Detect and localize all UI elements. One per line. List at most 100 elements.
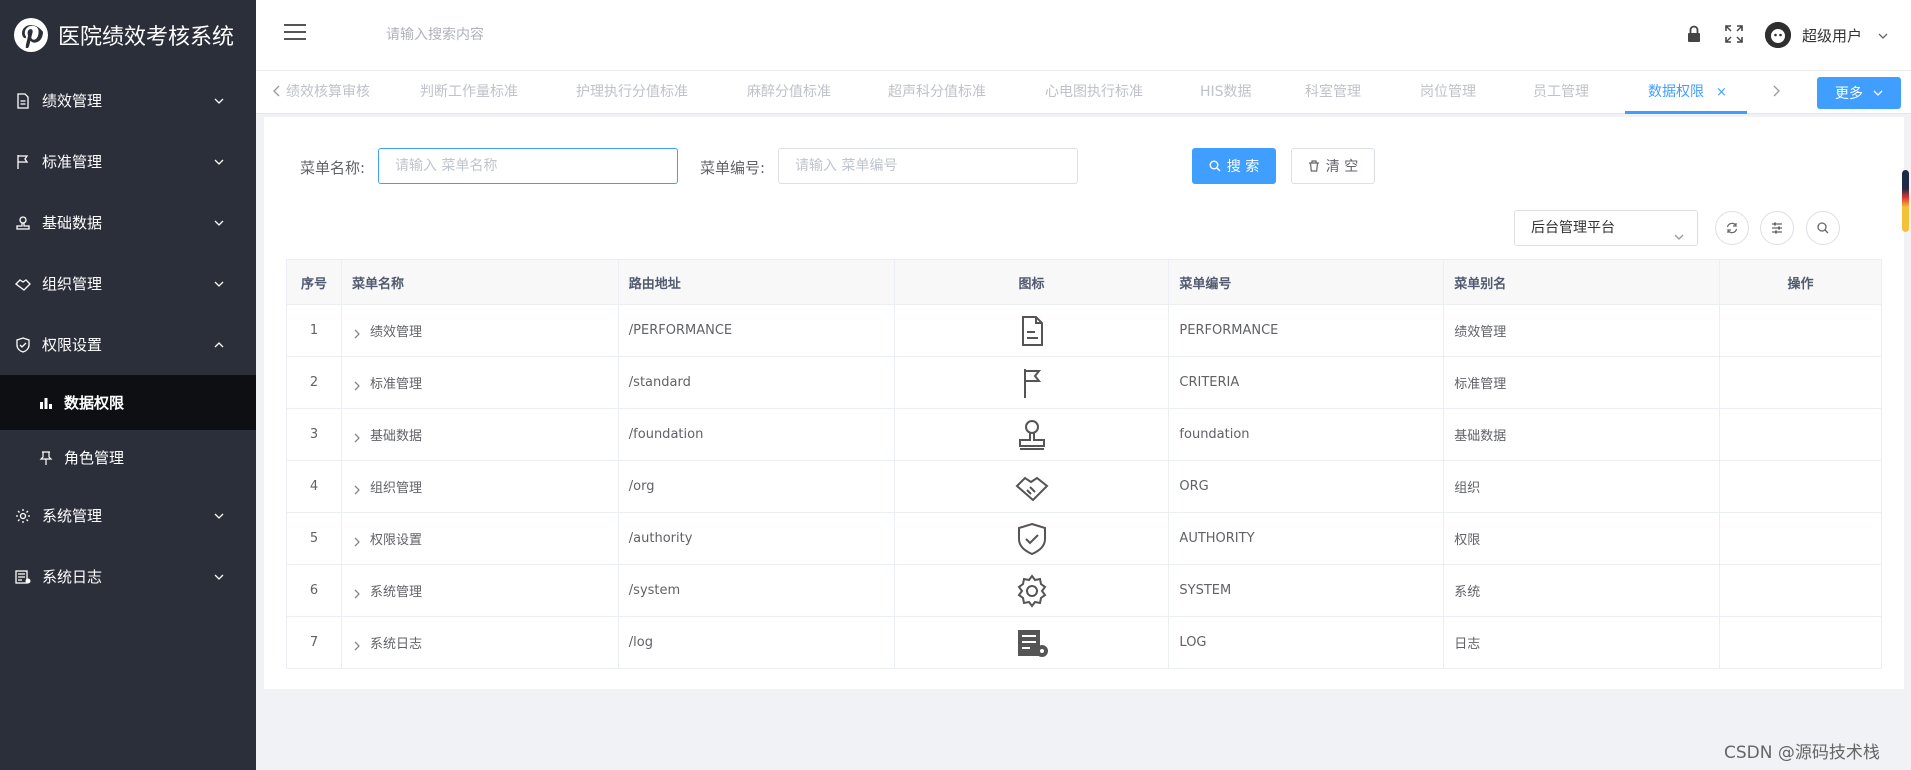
expand-row-icon[interactable] [352,640,362,650]
sidebar-item-system[interactable]: 系统管理 [0,485,256,546]
tab-position[interactable]: 岗位管理 [1420,71,1476,114]
row-index: 5 [286,512,342,565]
flag-icon [14,153,32,171]
row-code: CRITERIA [1168,356,1445,409]
sidebar-item-performance[interactable]: 绩效管理 [0,70,256,131]
row-name: 组织管理 [369,481,422,496]
row-code: SYSTEM [1168,564,1445,617]
content-card: 菜单名称: 菜单编号: 搜 索 清 空 后台管理平台 [264,117,1904,689]
sidebar-item-label: 系统管理 [42,507,103,525]
app-title: 医院绩效考核系统 [58,25,235,50]
row-name-cell: 基础数据 [340,408,619,461]
user-name[interactable]: 超级用户 [1802,25,1862,46]
table-row: 7 系统日志 /log LOG 日志 [286,616,1882,669]
refresh-button[interactable] [1715,211,1749,245]
menu-name-input[interactable] [378,148,678,184]
sidebar-subitem-data-permission[interactable]: 数据权限 [0,375,256,430]
row-alias: 权限 [1443,512,1721,565]
expand-row-icon[interactable] [352,432,362,442]
tab-anesthesia-standard[interactable]: 麻醉分值标准 [747,71,831,114]
more-button[interactable]: 更多 [1817,77,1901,109]
tabs-bar: 绩效核算审核 判断工作量标准 护理执行分值标准 麻醉分值标准 超声科分值标准 心… [256,70,1911,114]
expand-row-icon[interactable] [352,380,362,390]
row-actions [1719,460,1882,513]
row-actions [1719,564,1882,617]
menu-code-label: 菜单编号: [700,159,766,177]
document-icon [1015,314,1049,348]
search-button-label: 搜 索 [1226,159,1260,175]
row-route: /standard [617,356,895,409]
row-code: LOG [1168,616,1445,669]
table-row: 1 绩效管理 /PERFORMANCE PERFORMANCE 绩效管理 [286,304,1882,357]
log-icon [1015,626,1049,660]
sidebar-item-authority[interactable]: 权限设置 [0,314,256,375]
bar-chart-icon [38,395,54,411]
menu-code-input[interactable] [778,148,1078,184]
column-header: 操作 [1719,259,1882,305]
column-header: 序号 [286,259,342,305]
expand-row-icon[interactable] [352,484,362,494]
sidebar-item-foundation[interactable]: 基础数据 [0,192,256,253]
sidebar-item-org[interactable]: 组织管理 [0,253,256,314]
row-actions [1719,512,1882,565]
stamp-icon [14,214,32,232]
platform-select[interactable]: 后台管理平台 [1514,210,1698,246]
chevron-left-icon[interactable] [272,83,286,101]
row-route: /foundation [617,408,895,461]
clear-button[interactable]: 清 空 [1291,148,1375,184]
tab-workload-standard[interactable]: 判断工作量标准 [420,71,518,114]
close-icon[interactable]: × [1716,85,1727,100]
chevron-down-icon [1673,222,1685,240]
search-button[interactable]: 搜 索 [1192,148,1276,184]
expand-row-icon[interactable] [352,588,362,598]
row-alias: 系统 [1443,564,1721,617]
column-header: 菜单编号 [1168,259,1445,305]
header-search-input[interactable] [386,22,686,48]
row-code: foundation [1168,408,1445,461]
platform-select-value: 后台管理平台 [1531,220,1615,236]
sliders-icon [1772,222,1782,234]
expand-row-icon[interactable] [352,328,362,338]
columns-settings-button[interactable] [1760,211,1794,245]
expand-row-icon[interactable] [352,536,362,546]
tab-performance-audit[interactable]: 绩效核算审核 [286,71,370,114]
row-name-cell: 标准管理 [340,356,619,409]
scroll-indicator[interactable] [1902,170,1909,232]
toggle-search-button[interactable] [1806,211,1840,245]
chevron-down-icon [212,94,226,108]
table-header-row: 序号 菜单名称 路由地址 图标 菜单编号 菜单别名 操作 [286,259,1882,305]
tab-nursing-standard[interactable]: 护理执行分值标准 [576,71,688,114]
tab-employee[interactable]: 员工管理 [1533,71,1589,114]
app-root: 医院绩效考核系统 绩效管理 标准管理 基础数据 组织管理 权限设置 数据权限 角… [0,0,1911,770]
row-index: 3 [286,408,342,461]
chevron-down-icon[interactable] [1876,28,1890,42]
tab-data-permission[interactable]: 数据权限 × [1648,71,1727,114]
avatar[interactable] [1765,22,1791,48]
sidebar-item-log[interactable]: 系统日志 [0,546,256,607]
active-tab-indicator [1625,111,1747,114]
hamburger-menu-icon[interactable] [284,24,306,42]
logo-area: 医院绩效考核系统 [0,0,256,70]
sidebar-item-standard[interactable]: 标准管理 [0,131,256,192]
row-icon-cell [893,564,1170,617]
log-icon [14,568,32,586]
tab-department[interactable]: 科室管理 [1305,71,1361,114]
fullscreen-icon[interactable] [1724,24,1744,44]
chevron-down-icon [212,216,226,230]
sidebar-subitem-role-management[interactable]: 角色管理 [0,430,256,485]
handshake-icon [14,275,32,293]
tab-ecg-standard[interactable]: 心电图执行标准 [1045,71,1143,114]
row-alias: 绩效管理 [1443,304,1721,357]
tab-ultrasound-standard[interactable]: 超声科分值标准 [888,71,986,114]
lock-icon[interactable] [1684,24,1704,44]
chevron-down-icon [1873,90,1883,96]
row-icon-cell [893,616,1170,669]
tab-his-data[interactable]: HIS数据 [1200,71,1252,114]
chevron-down-icon [212,155,226,169]
gear-icon [14,507,32,525]
pin-icon [38,450,54,466]
sidebar-item-label: 权限设置 [42,336,103,354]
row-icon-cell [893,408,1170,461]
chevron-right-icon[interactable] [1771,83,1785,101]
sidebar-subitem-label: 数据权限 [64,394,125,412]
